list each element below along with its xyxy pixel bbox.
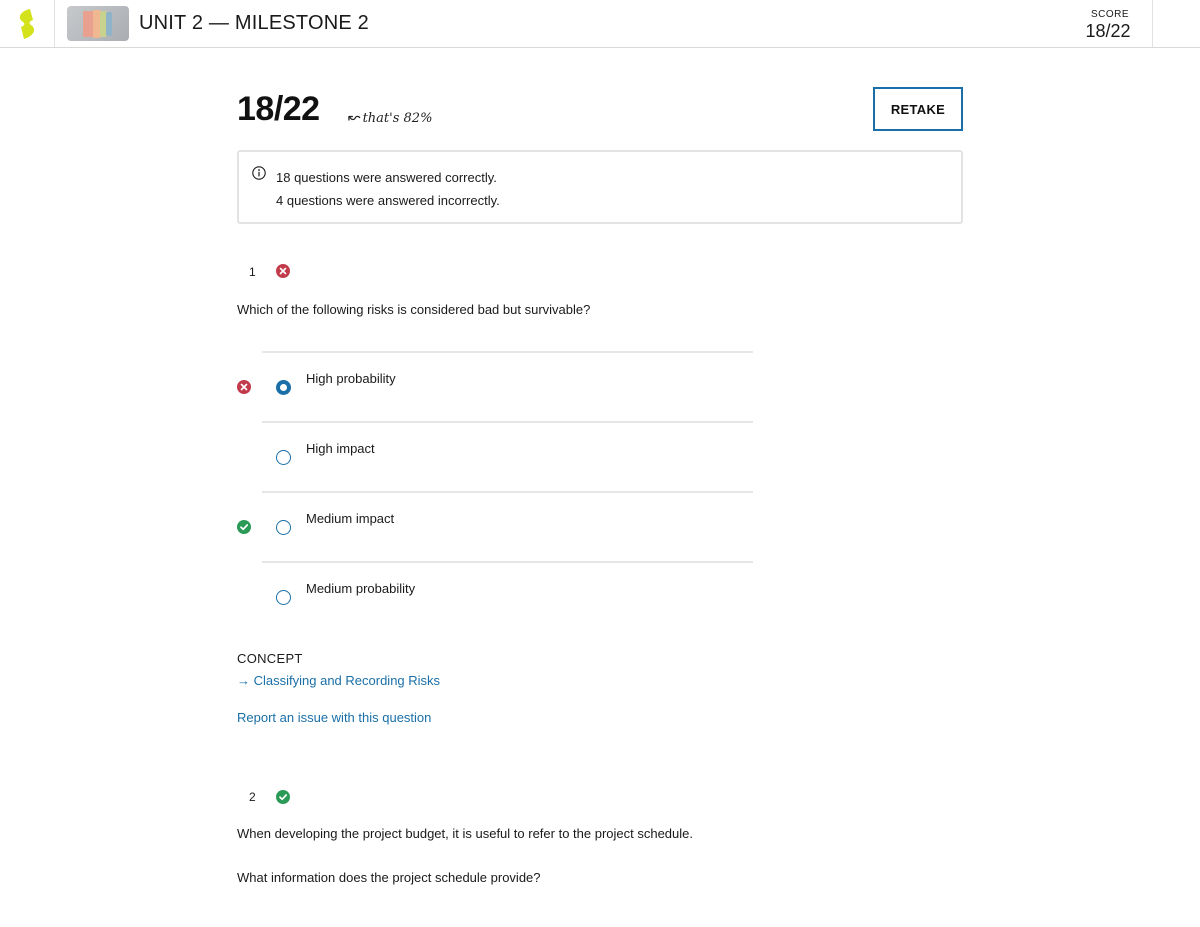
percent-text: that's 82% — [362, 111, 433, 126]
course-thumbnail — [67, 6, 129, 41]
answer-label: Medium probability — [306, 581, 416, 596]
answer-label: High probability — [306, 371, 396, 386]
concept-label: CONCEPT — [237, 651, 303, 666]
answer-label: Medium impact — [306, 511, 395, 526]
answer-option[interactable]: Medium probability — [262, 561, 753, 631]
answer-option[interactable]: High impact — [262, 421, 753, 491]
concept-link-text: Classifying and Recording Risks — [253, 673, 441, 688]
question-prompt: Which of the following risks is consider… — [237, 302, 591, 317]
retake-button[interactable]: RETAKE — [873, 87, 963, 131]
radio-button[interactable] — [276, 520, 291, 535]
score-value: 18/22 — [1085, 21, 1131, 41]
answer-option[interactable]: Medium impact — [237, 491, 753, 561]
incorrect-text: questions were answered incorrectly. — [283, 193, 500, 208]
total-score: 18/22 — [237, 90, 320, 128]
answer-label: High impact — [306, 441, 375, 456]
incorrect-icon — [276, 264, 290, 278]
top-bar: UNIT 2 — MILESTONE 2 SCORE 18/22 — [0, 0, 1200, 48]
brand-logo-icon — [19, 9, 35, 39]
radio-button-selected[interactable] — [276, 380, 291, 395]
answer-options: High probability High impact Medium impa… — [237, 351, 753, 631]
percent-note: ↜ that's 82% — [348, 108, 432, 126]
answer-option[interactable]: High probability — [237, 351, 753, 421]
report-issue-link[interactable]: Report an issue with this question — [237, 710, 431, 725]
correct-count: 18 — [276, 170, 291, 185]
incorrect-summary: 4 questions were answered incorrectly. — [276, 193, 500, 208]
concept-link[interactable]: → Classifying and Recording Risks — [237, 673, 440, 688]
question-prompt-followup: What information does the project schedu… — [237, 870, 541, 885]
correct-summary: 18 questions were answered correctly. — [276, 170, 497, 185]
question-prompt: When developing the project budget, it i… — [237, 826, 693, 841]
logo[interactable] — [0, 0, 55, 47]
question-number: 1 — [249, 265, 256, 279]
radio-button[interactable] — [276, 590, 291, 605]
radio-button[interactable] — [276, 450, 291, 465]
info-icon — [252, 166, 266, 180]
page-title: UNIT 2 — MILESTONE 2 — [139, 12, 369, 34]
incorrect-icon — [237, 380, 251, 394]
question-number: 2 — [249, 790, 256, 804]
correct-text: questions were answered correctly. — [290, 170, 497, 185]
correct-icon — [237, 520, 251, 534]
score-label: SCORE — [1090, 9, 1130, 20]
arrow-right-icon: → — [237, 673, 250, 688]
arrow-left-icon: ↜ — [348, 108, 361, 126]
header-divider — [1152, 0, 1153, 47]
results-summary: 18 questions were answered correctly. 4 … — [237, 150, 963, 224]
correct-icon — [276, 790, 290, 804]
